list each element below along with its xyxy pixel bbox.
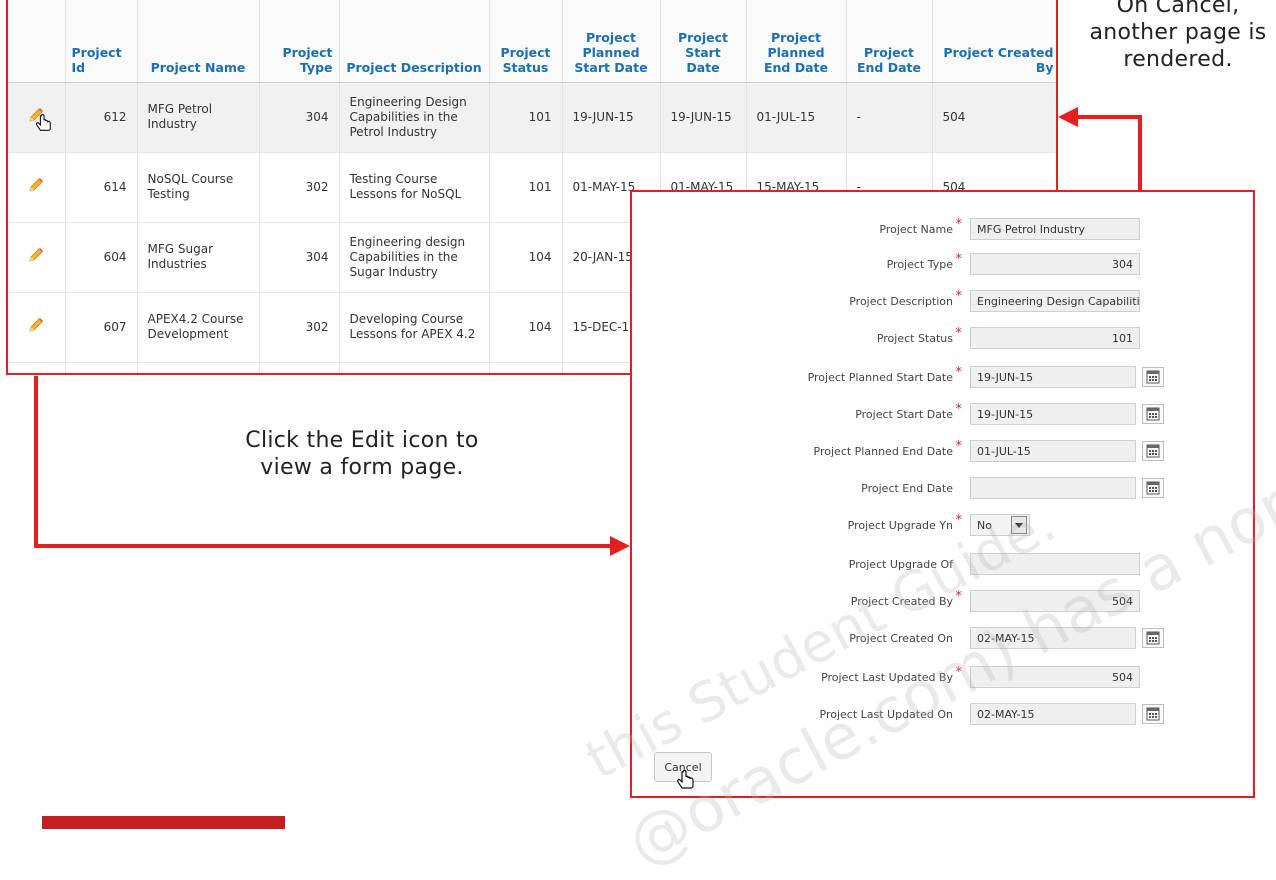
field-input[interactable]: 504 bbox=[970, 666, 1140, 688]
field-input[interactable] bbox=[970, 553, 1140, 575]
calendar-icon[interactable] bbox=[1142, 478, 1164, 498]
field-label: Project Upgrade Of bbox=[849, 558, 953, 571]
field-input[interactable] bbox=[970, 477, 1136, 499]
field-label: Project Status * bbox=[876, 326, 962, 345]
calendar-icon[interactable] bbox=[1142, 404, 1164, 424]
field-label: Project Upgrade Yn * bbox=[847, 513, 962, 532]
form-row-project-start-date: Project Start Date * 19-JUN-15 bbox=[632, 402, 1253, 427]
field-label-text: Project Created By bbox=[850, 595, 953, 608]
field-input[interactable]: 19-JUN-15 bbox=[970, 366, 1136, 388]
dropdown-arrow-icon[interactable] bbox=[1011, 516, 1027, 534]
field-input[interactable]: 02-MAY-15 bbox=[970, 703, 1136, 725]
form-row-project-last-updated-on: Project Last Updated On 02-MAY-15 bbox=[632, 703, 1253, 727]
form-row-project-last-updated-by: Project Last Updated By * 504 bbox=[632, 665, 1253, 690]
form-row-project-planned-end-date: Project Planned End Date * 01-JUL-15 bbox=[632, 439, 1253, 464]
field-label-text: Project Upgrade Yn bbox=[847, 519, 953, 532]
field-label: Project Description * bbox=[849, 289, 962, 308]
form-row-project-status: Project Status * 101 bbox=[632, 326, 1253, 351]
project-form: Project Name * MFG Petrol Industry Project … bbox=[630, 190, 1255, 798]
field-label-text: Project Planned Start Date bbox=[807, 371, 953, 384]
form-row-project-upgrade-of: Project Upgrade Of bbox=[632, 553, 1253, 577]
required-marker: * bbox=[955, 326, 963, 341]
field-label-text: Project Last Updated By bbox=[821, 671, 953, 684]
required-marker: * bbox=[955, 217, 963, 232]
field-label: Project Type * bbox=[886, 252, 962, 271]
hand-cursor-icon bbox=[677, 770, 694, 789]
required-marker: * bbox=[955, 365, 963, 380]
calendar-icon[interactable] bbox=[1142, 367, 1164, 387]
field-label: Project Last Updated By * bbox=[821, 665, 962, 684]
field-label: Project Start Date * bbox=[855, 402, 962, 421]
field-input[interactable]: 01-JUL-15 bbox=[970, 440, 1136, 462]
form-row-project-type: Project Type * 304 bbox=[632, 252, 1253, 277]
field-label-text: Project End Date bbox=[861, 482, 953, 495]
field-input[interactable]: 101 bbox=[970, 327, 1140, 349]
field-label: Project Created On bbox=[849, 632, 953, 645]
field-label: Project Name * bbox=[879, 217, 962, 236]
field-label-text: Project Last Updated On bbox=[819, 708, 954, 721]
form-row-project-created-by: Project Created By * 504 bbox=[632, 589, 1253, 614]
form-row-project-planned-start-date: Project Planned Start Date * 19-JUN-15 bbox=[632, 365, 1253, 390]
field-label: Project Last Updated On bbox=[820, 708, 954, 721]
calendar-icon[interactable] bbox=[1142, 628, 1164, 648]
field-label-text: Project Type bbox=[886, 258, 953, 271]
field-label: Project End Date bbox=[861, 482, 953, 495]
field-input[interactable]: 02-MAY-15 bbox=[970, 627, 1136, 649]
field-input[interactable]: 304 bbox=[970, 253, 1140, 275]
required-marker: * bbox=[955, 252, 963, 267]
field-label-text: Project Status bbox=[876, 332, 953, 345]
cancel-annotation: On Cancel, another page is rendered. bbox=[1089, 0, 1267, 72]
upgrade-select[interactable]: No bbox=[970, 514, 1030, 536]
field-input[interactable]: MFG Petrol Industry bbox=[970, 218, 1140, 240]
footer-bar bbox=[42, 816, 285, 829]
field-label: Project Created By * bbox=[850, 589, 962, 608]
form-row-project-end-date: Project End Date bbox=[632, 477, 1253, 501]
required-marker: * bbox=[955, 665, 963, 680]
required-marker: * bbox=[955, 402, 963, 417]
required-marker: * bbox=[955, 589, 963, 604]
field-label-text: Project Start Date bbox=[855, 408, 953, 421]
field-label-text: Project Name bbox=[879, 223, 953, 236]
field-label-text: Project Planned End Date bbox=[813, 445, 953, 458]
form-row-project-description: Project Description * Engineering Design C… bbox=[632, 289, 1253, 314]
calendar-icon[interactable] bbox=[1142, 441, 1164, 461]
edit-annotation: Click the Edit icon to view a form page. bbox=[245, 428, 479, 480]
field-label: Project Planned End Date * bbox=[813, 439, 962, 458]
required-marker: * bbox=[955, 289, 963, 304]
field-label-text: Project Description bbox=[849, 295, 953, 308]
select-value: No bbox=[977, 519, 992, 532]
form-row-project-created-on: Project Created On 02-MAY-15 bbox=[632, 627, 1253, 651]
field-label-text: Project Upgrade Of bbox=[848, 558, 953, 571]
field-input[interactable]: Engineering Design Capabilities in bbox=[970, 290, 1140, 312]
required-marker: * bbox=[955, 439, 963, 454]
required-marker: * bbox=[955, 513, 963, 528]
field-label-text: Project Created On bbox=[849, 632, 953, 645]
field-input[interactable]: 504 bbox=[970, 590, 1140, 612]
calendar-icon[interactable] bbox=[1142, 704, 1164, 724]
form-row-project-upgrade-yn: Project Upgrade Yn * No bbox=[632, 513, 1253, 538]
field-input[interactable]: 19-JUN-15 bbox=[970, 403, 1136, 425]
form-row-project-name: Project Name * MFG Petrol Industry bbox=[632, 217, 1253, 242]
field-label: Project Planned Start Date * bbox=[807, 365, 962, 384]
